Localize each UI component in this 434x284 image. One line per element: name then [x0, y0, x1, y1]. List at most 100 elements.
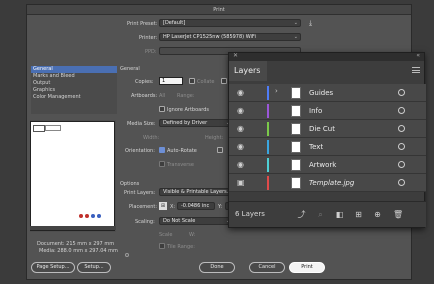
y-label: Y:	[218, 204, 223, 210]
layer-color-bar	[267, 104, 269, 118]
layer-count: 6 Layers	[235, 210, 265, 218]
save-preset-icon[interactable]: ⤓	[309, 19, 312, 28]
copies-input[interactable]: 1	[159, 77, 183, 85]
clipping-mask-icon[interactable]: ◧	[335, 210, 344, 219]
layer-row[interactable]: ◉ Text	[229, 138, 426, 156]
print-layers-select[interactable]: Visible & Printable Layers⌄	[159, 188, 233, 196]
media-size-label: Media Size:	[127, 121, 156, 127]
help-icon[interactable]	[125, 253, 129, 257]
target-circle-icon[interactable]	[398, 89, 405, 96]
eye-icon[interactable]: ◉	[237, 106, 247, 116]
orientation-label: Orientation:	[125, 148, 155, 154]
orientation-portrait-icon[interactable]	[217, 147, 223, 153]
eye-icon[interactable]: ◉	[237, 88, 247, 98]
target-circle-icon[interactable]	[398, 161, 405, 168]
template-icon[interactable]: ▣	[237, 178, 247, 188]
general-heading: General	[120, 66, 140, 72]
new-sublayer-icon[interactable]: ⊞	[354, 210, 363, 219]
print-preview[interactable]	[30, 121, 115, 231]
x-label: X:	[170, 204, 176, 210]
all-radio[interactable]: All	[159, 93, 165, 99]
layer-thumbnail	[291, 87, 301, 99]
layer-name[interactable]: Die Cut	[309, 120, 335, 138]
dialog-title: Print	[27, 5, 411, 15]
print-preset-select[interactable]: [Default] ⌄	[159, 19, 301, 27]
printer-select[interactable]: HP LaserJet CP1525nw (585978) WiFi ⌄	[159, 33, 301, 41]
layer-name[interactable]: Template.jpg	[309, 174, 354, 192]
options-heading: Options	[120, 181, 140, 187]
panel-menu-icon[interactable]	[412, 67, 420, 73]
placement-grid-icon[interactable]: ⊞	[159, 202, 167, 210]
panel-topbar: ✕ «	[229, 52, 424, 61]
layer-name[interactable]: Guides	[309, 84, 333, 102]
new-layer-icon[interactable]: ⊕	[373, 210, 382, 219]
expand-caret-icon[interactable]: ›	[275, 87, 278, 95]
placement-label: Placement:	[129, 204, 158, 210]
eye-icon[interactable]: ◉	[237, 160, 247, 170]
collate-checkbox[interactable]	[189, 78, 195, 84]
print-button[interactable]: Print	[289, 262, 325, 273]
scaling-select[interactable]: Do Not Scale⌄	[159, 217, 233, 225]
layer-row[interactable]: ◉ › Guides	[229, 84, 426, 102]
w-label: W:	[189, 232, 196, 238]
target-circle-icon[interactable]	[398, 107, 405, 114]
done-button[interactable]: Done	[199, 262, 235, 273]
category-color-management[interactable]: Color Management	[31, 94, 117, 101]
layer-name[interactable]: Artwork	[309, 156, 336, 174]
tab-layers[interactable]: Layers	[229, 61, 267, 81]
scaling-label: Scaling:	[135, 219, 155, 225]
layer-name[interactable]: Info	[309, 102, 322, 120]
collect-export-icon[interactable]: ⤴	[297, 210, 306, 219]
panel-footer: 6 Layers ⤴ ⌕ ◧ ⊞ ⊕ 🗑	[229, 201, 426, 227]
preview-label-box	[45, 125, 61, 131]
chevron-down-icon: ⌄	[293, 20, 298, 26]
category-output[interactable]: Output	[31, 80, 117, 87]
media-size-select[interactable]: Defined by Driver⌄	[159, 119, 233, 127]
category-graphics[interactable]: Graphics	[31, 87, 117, 94]
locate-object-icon[interactable]: ⌕	[316, 210, 325, 219]
layer-thumbnail	[291, 141, 301, 153]
preview-scrollbar[interactable]	[30, 226, 116, 230]
layer-name[interactable]: Text	[309, 138, 323, 156]
collapse-icon[interactable]: «	[416, 52, 420, 59]
preview-thumb-icon	[33, 125, 45, 132]
eye-icon[interactable]: ◉	[237, 124, 247, 134]
x-input[interactable]: -0.0486 inc	[177, 202, 215, 210]
layer-color-bar	[267, 86, 269, 100]
range-radio[interactable]: Range:	[177, 93, 195, 99]
layer-color-bar	[267, 122, 269, 136]
copies-label: Copies:	[135, 79, 154, 85]
target-circle-icon[interactable]	[398, 179, 405, 186]
eye-icon[interactable]: ◉	[237, 142, 247, 152]
category-general[interactable]: General	[31, 66, 117, 73]
target-circle-icon[interactable]	[398, 125, 405, 132]
layer-thumbnail	[291, 177, 301, 189]
setup-button[interactable]: Setup...	[77, 262, 111, 273]
ignore-artboards-checkbox[interactable]	[159, 106, 165, 112]
layer-thumbnail	[291, 123, 301, 135]
auto-rotate-checkbox[interactable]	[159, 147, 165, 153]
ignore-artboards-label: Ignore Artboards	[167, 107, 209, 113]
layers-panel: ✕ « Layers ◉ › Guides ◉ Info ◉ Die Cut ◉…	[228, 52, 426, 228]
print-preset-label: Print Preset:	[127, 21, 158, 27]
layer-row[interactable]: ▣ Template.jpg	[229, 174, 426, 192]
close-icon[interactable]: ✕	[233, 52, 238, 59]
width-label: Width:	[143, 135, 160, 141]
layer-row[interactable]: ◉ Artwork	[229, 156, 426, 174]
layer-row[interactable]: ◉ Die Cut	[229, 120, 426, 138]
page-setup-button[interactable]: Page Setup...	[31, 262, 75, 273]
tile-range-label: Tile Range:	[167, 244, 195, 250]
transverse-checkbox[interactable]	[159, 161, 165, 167]
scale-label: Scale	[159, 232, 173, 238]
artboards-label: Artboards:	[131, 93, 158, 99]
layer-row[interactable]: ◉ Info	[229, 102, 426, 120]
target-circle-icon[interactable]	[398, 143, 405, 150]
document-size-info: Document: 215 mm x 297 mm	[37, 241, 115, 247]
tile-range-checkbox[interactable]	[159, 243, 165, 249]
trash-icon[interactable]: 🗑	[393, 210, 403, 219]
reverse-checkbox[interactable]	[221, 78, 227, 84]
layer-color-bar	[267, 176, 269, 190]
cancel-button[interactable]: Cancel	[249, 262, 285, 273]
category-marks-bleed[interactable]: Marks and Bleed	[31, 73, 117, 80]
auto-rotate-label: Auto-Rotate	[167, 148, 197, 154]
